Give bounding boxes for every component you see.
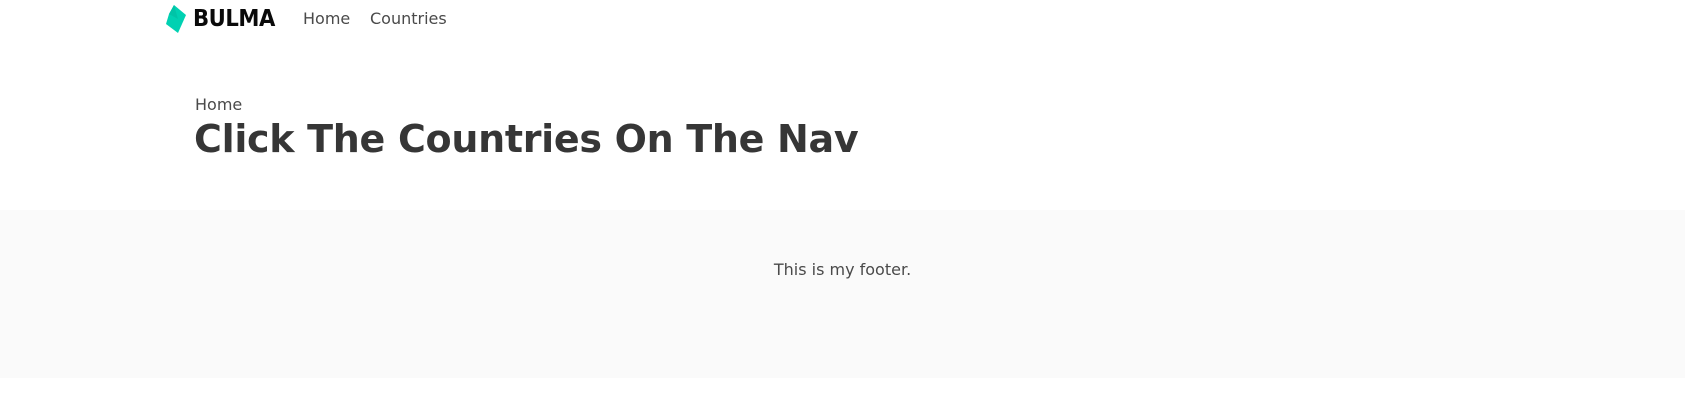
page-title: Click The Countries On The Nav — [194, 117, 859, 161]
page-subtitle: Home — [195, 95, 243, 114]
nav-item-countries[interactable]: Countries — [370, 8, 447, 30]
bulma-logo-icon — [166, 5, 186, 33]
navbar: BULMA Home Countries — [0, 0, 1685, 38]
footer-text: This is my footer. — [773, 260, 912, 279]
nav-item-home[interactable]: Home — [303, 8, 350, 30]
brand-name: BULMA — [193, 5, 275, 32]
footer: This is my footer. — [0, 210, 1685, 378]
brand-link[interactable]: BULMA — [166, 3, 282, 35]
hero-section: Home Click The Countries On The Nav — [0, 38, 1685, 210]
